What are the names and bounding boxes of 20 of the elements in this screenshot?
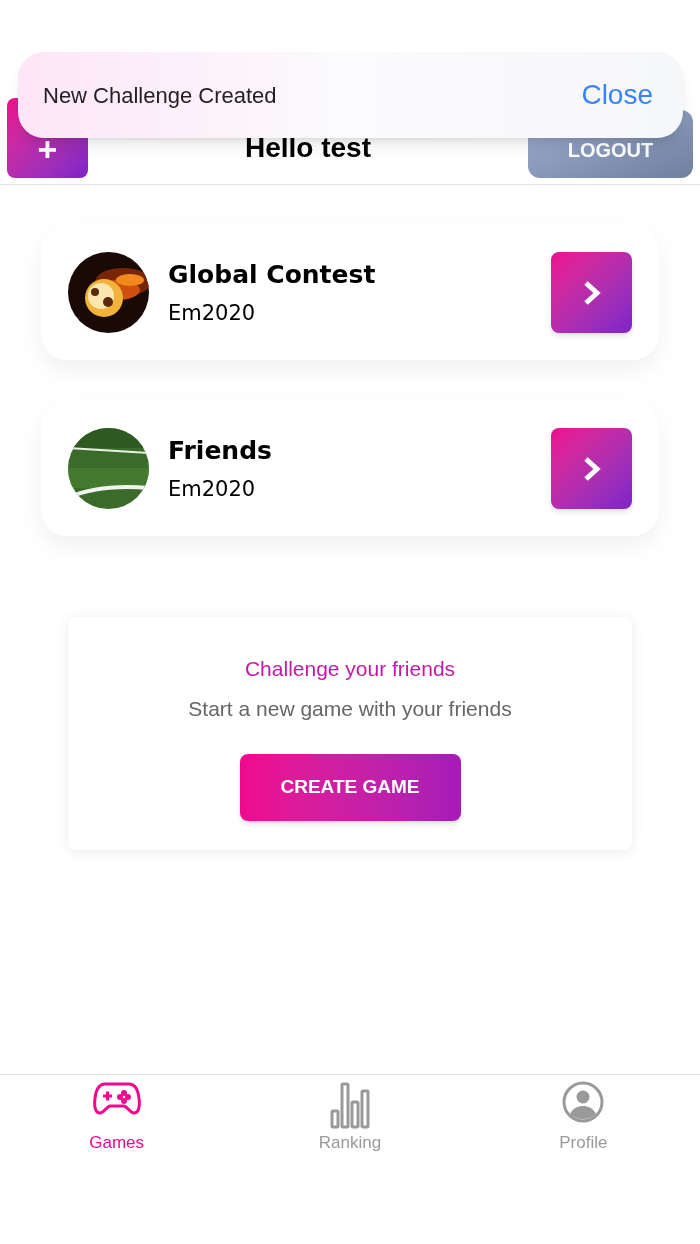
contest-title: Friends	[168, 435, 273, 467]
open-button[interactable]	[551, 252, 632, 333]
contest-title: Global Contest	[168, 259, 377, 291]
create-game-button[interactable]: CREATE GAME	[239, 754, 461, 821]
challenge-heading: Challenge your friends	[244, 656, 456, 682]
contest-subtitle: Em2020	[168, 475, 257, 503]
gamepad-icon	[92, 1081, 141, 1117]
tab-bar-item[interactable]: Profile	[466, 1075, 700, 1155]
chevron-right-icon	[582, 455, 601, 482]
challenge-text: Start a new game with your friends	[188, 695, 512, 722]
contest-card[interactable]: Friends Em2020	[41, 401, 659, 536]
open-button[interactable]	[551, 428, 632, 509]
contest-card[interactable]: Global Contest Em2020	[41, 225, 659, 360]
tab-bar-item[interactable]: Games	[0, 1075, 234, 1155]
profile-icon	[562, 1081, 605, 1123]
greeting-title: Hello test	[245, 131, 371, 165]
tab-bar-item[interactable]: Ranking	[233, 1075, 467, 1155]
contest-subtitle: Em2020	[168, 299, 257, 327]
chevron-right-icon	[582, 279, 601, 306]
bar-chart-icon	[329, 1081, 371, 1129]
